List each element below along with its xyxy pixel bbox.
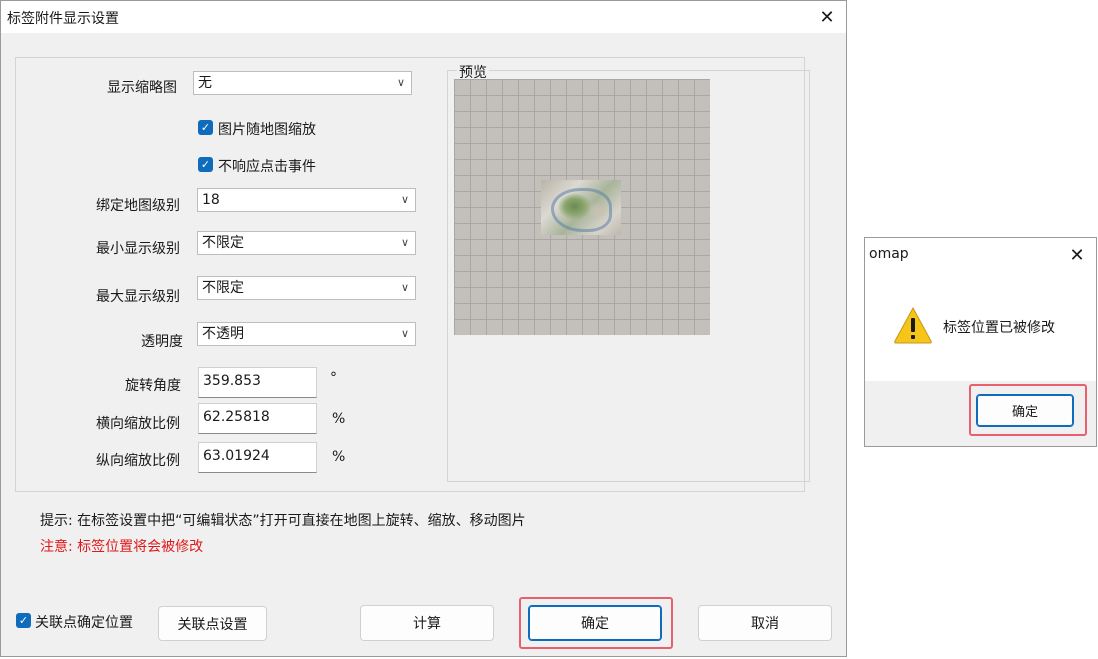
dialog-title: 标签附件显示设置 <box>7 11 119 27</box>
v-scale-input[interactable]: 63.01924 <box>198 442 317 473</box>
cancel-button[interactable]: 取消 <box>698 605 832 641</box>
link-position-checkbox[interactable]: ✓ <box>16 613 31 628</box>
max-level-select[interactable]: 不限定 ∨ <box>197 276 416 300</box>
link-position-label[interactable]: 关联点确定位置 <box>35 612 133 632</box>
h-scale-label: 横向缩放比例 <box>96 416 180 432</box>
chevron-down-icon: ∨ <box>396 76 405 89</box>
v-scale-label: 纵向缩放比例 <box>96 453 180 469</box>
h-scale-unit: % <box>332 411 346 427</box>
max-level-value: 不限定 <box>202 280 244 296</box>
warning-text: 注意: 标签位置将会被修改 <box>40 539 204 555</box>
opacity-select[interactable]: 不透明 ∨ <box>197 322 416 346</box>
thumbnail-value: 无 <box>198 75 212 91</box>
chevron-down-icon: ∨ <box>400 281 409 294</box>
opacity-value: 不透明 <box>202 326 244 342</box>
chevron-down-icon: ∨ <box>400 327 409 340</box>
scale-with-map-checkbox[interactable]: ✓ <box>198 120 213 135</box>
thumbnail-label: 显示缩略图 <box>107 80 177 96</box>
close-icon[interactable]: ✕ <box>807 2 847 32</box>
opacity-label: 透明度 <box>141 334 183 350</box>
h-scale-input[interactable]: 62.25818 <box>198 403 317 434</box>
rotation-input[interactable]: 359.853 <box>198 367 317 398</box>
message-text: 标签位置已被修改 <box>943 320 1055 336</box>
min-level-value: 不限定 <box>202 235 244 251</box>
scale-with-map-label[interactable]: 图片随地图缩放 <box>218 119 316 139</box>
ignore-click-label[interactable]: 不响应点击事件 <box>218 156 316 176</box>
ok-button[interactable]: 确定 <box>528 605 662 641</box>
message-box-title: omap <box>869 246 909 262</box>
bind-level-select[interactable]: 18 ∨ <box>197 188 416 212</box>
bind-level-label: 绑定地图级别 <box>96 198 180 214</box>
min-level-select[interactable]: 不限定 ∨ <box>197 231 416 255</box>
min-level-label: 最小显示级别 <box>96 241 180 257</box>
bind-level-value: 18 <box>202 192 220 208</box>
ignore-click-checkbox[interactable]: ✓ <box>198 157 213 172</box>
v-scale-unit: % <box>332 449 346 465</box>
warning-icon <box>894 306 932 344</box>
hint-text: 提示: 在标签设置中把“可编辑状态”打开可直接在地图上旋转、缩放、移动图片 <box>40 513 526 529</box>
close-icon[interactable]: ✕ <box>1057 240 1097 270</box>
rotation-label: 旋转角度 <box>125 378 181 394</box>
preview-thumbnail-image <box>541 180 621 235</box>
message-ok-button[interactable]: 确定 <box>976 394 1074 427</box>
chevron-down-icon: ∨ <box>400 236 409 249</box>
chevron-down-icon: ∨ <box>400 193 409 206</box>
rotation-unit: ° <box>330 370 337 386</box>
link-settings-button[interactable]: 关联点设置 <box>158 606 267 641</box>
calculate-button[interactable]: 计算 <box>360 605 494 641</box>
thumbnail-select[interactable]: 无 ∨ <box>193 71 412 95</box>
max-level-label: 最大显示级别 <box>96 289 180 305</box>
title-bar: 标签附件显示设置 ✕ <box>1 1 846 33</box>
